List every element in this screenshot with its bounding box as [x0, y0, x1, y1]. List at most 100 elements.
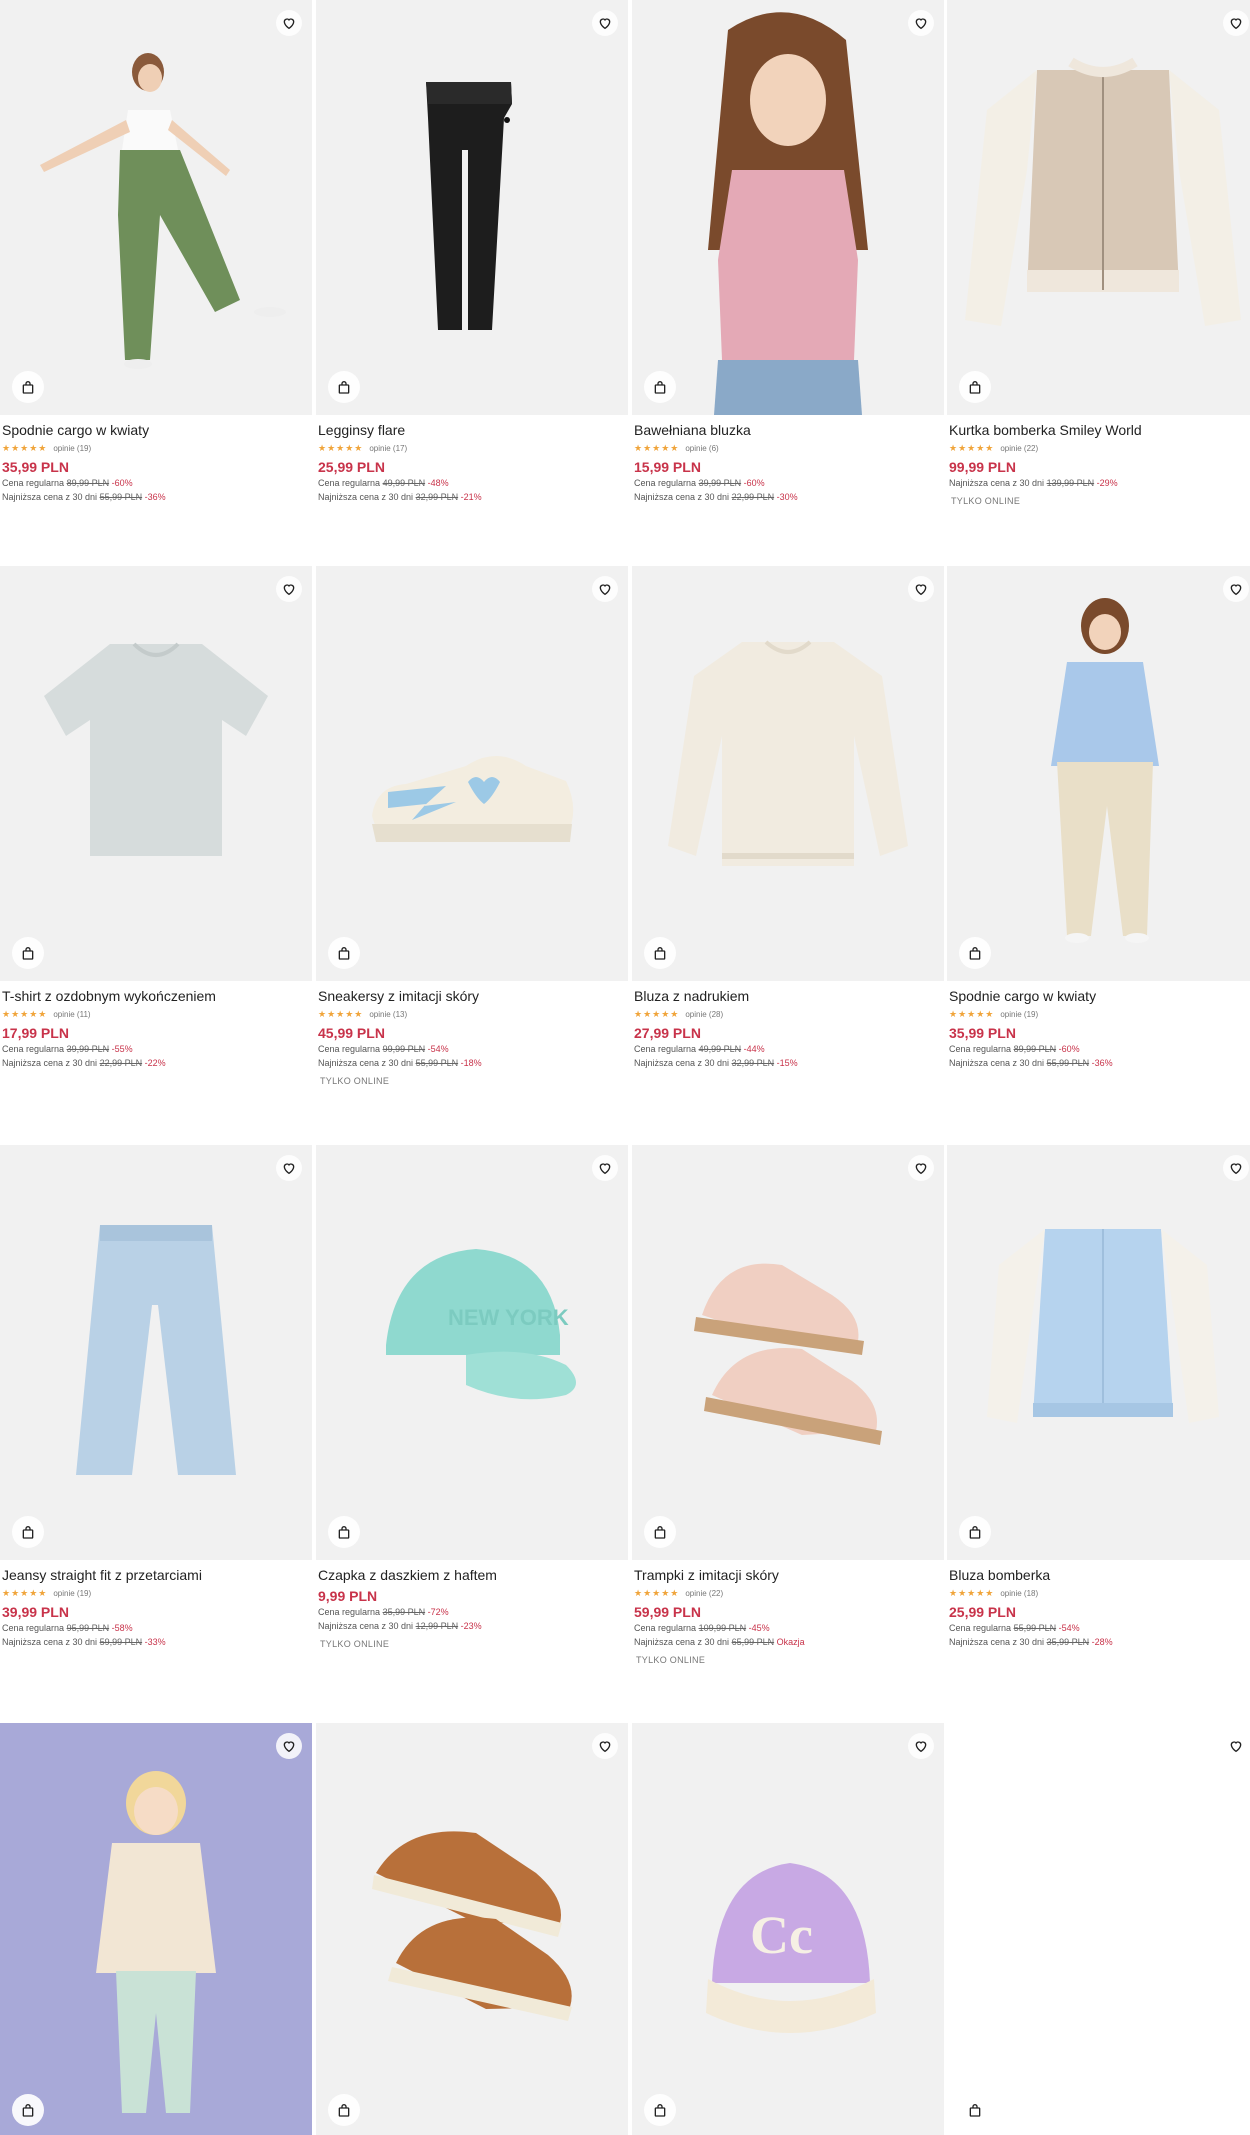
add-to-cart-bag-icon[interactable]	[959, 2094, 991, 2126]
product-image[interactable]	[947, 1145, 1250, 1560]
product-card[interactable]: Spodnie cargo w kwiaty ★★★★★ opinie (19) …	[0, 0, 312, 504]
add-to-cart-bag-icon[interactable]	[12, 2094, 44, 2126]
product-card[interactable]: Bawełniana bluzka ★★★★★ opinie (6) 15,99 …	[632, 0, 944, 504]
black-leggings-photo	[426, 82, 512, 330]
favorite-heart-icon[interactable]	[592, 576, 618, 602]
product-card[interactable]	[947, 1723, 1250, 2135]
product-name[interactable]: Kurtka bomberka Smiley World	[949, 421, 1250, 439]
product-image[interactable]	[632, 566, 944, 981]
lowest-price: 55,99 PLN	[415, 1058, 459, 1068]
add-to-cart-bag-icon[interactable]	[328, 937, 360, 969]
beige-bomber-jacket-photo	[965, 57, 1241, 326]
product-card[interactable]	[316, 1723, 628, 2135]
product-image[interactable]	[316, 566, 628, 981]
review-count: opinie (11)	[53, 1009, 91, 1019]
product-card[interactable]	[0, 1723, 312, 2135]
product-image[interactable]: NEW YORK	[316, 1145, 628, 1560]
product-card[interactable]: T-shirt z ozdobnym wykończeniem ★★★★★ opi…	[0, 566, 312, 1070]
favorite-heart-icon[interactable]	[1223, 576, 1249, 602]
product-name[interactable]: Bluza z nadrukiem	[634, 987, 944, 1005]
product-card[interactable]: Kurtka bomberka Smiley World ★★★★★ opinie…	[947, 0, 1250, 506]
favorite-heart-icon[interactable]	[1223, 1155, 1249, 1181]
product-card[interactable]: NEW YORK Czapka z daszkiem z haftem 9,99…	[316, 1145, 628, 1649]
favorite-heart-icon[interactable]	[908, 10, 934, 36]
regular-price: 39,99 PLN	[66, 1044, 110, 1054]
favorite-heart-icon[interactable]	[592, 10, 618, 36]
review-count: opinie (22)	[1000, 443, 1039, 453]
product-image[interactable]	[947, 1723, 1250, 2135]
product-name[interactable]: Spodnie cargo w kwiaty	[949, 987, 1250, 1005]
add-to-cart-bag-icon[interactable]	[328, 2094, 360, 2126]
favorite-heart-icon[interactable]	[908, 1733, 934, 1759]
add-to-cart-bag-icon[interactable]	[12, 1516, 44, 1548]
lowest-price-label: Najniższa cena z 30 dni	[634, 1058, 730, 1068]
cream-sweatshirt-photo	[668, 640, 908, 866]
regular-discount: -60%	[111, 478, 133, 488]
product-image[interactable]	[0, 566, 312, 981]
product-name[interactable]: Sneakersy z imitacji skóry	[318, 987, 628, 1005]
lowest-discount: -36%	[144, 492, 166, 502]
lowest-discount: -30%	[776, 492, 798, 502]
product-image[interactable]	[947, 566, 1250, 981]
add-to-cart-bag-icon[interactable]	[959, 1516, 991, 1548]
add-to-cart-bag-icon[interactable]	[12, 371, 44, 403]
product-image[interactable]	[632, 1145, 944, 1560]
regular-price-label: Cena regularna	[634, 1623, 697, 1633]
product-name[interactable]: Legginsy flare	[318, 421, 628, 439]
product-card[interactable]: Cc	[632, 1723, 944, 2135]
lowest-price-label: Najniższa cena z 30 dni	[318, 492, 414, 502]
product-name[interactable]: Bawełniana bluzka	[634, 421, 944, 439]
regular-discount: -48%	[427, 478, 449, 488]
product-image[interactable]	[316, 0, 628, 415]
sale-price: 17,99 PLN	[2, 1025, 69, 1041]
favorite-heart-icon[interactable]	[1223, 10, 1249, 36]
favorite-heart-icon[interactable]	[276, 10, 302, 36]
product-card[interactable]: Bluza bomberka ★★★★★ opinie (18) 25,99 PL…	[947, 1145, 1250, 1649]
favorite-heart-icon[interactable]	[908, 576, 934, 602]
favorite-heart-icon[interactable]	[1223, 1733, 1249, 1759]
favorite-heart-icon[interactable]	[592, 1155, 618, 1181]
favorite-heart-icon[interactable]	[592, 1733, 618, 1759]
add-to-cart-bag-icon[interactable]	[959, 937, 991, 969]
product-card[interactable]: Jeansy straight fit z przetarciami ★★★★★…	[0, 1145, 312, 1649]
favorite-heart-icon[interactable]	[908, 1155, 934, 1181]
add-to-cart-bag-icon[interactable]	[644, 2094, 676, 2126]
product-card[interactable]: Trampki z imitacji skóry ★★★★★ opinie (22…	[632, 1145, 944, 1665]
favorite-heart-icon[interactable]	[276, 576, 302, 602]
product-image[interactable]: Cc	[632, 1723, 944, 2135]
product-name[interactable]: Spodnie cargo w kwiaty	[2, 421, 312, 439]
lowest-discount: -21%	[460, 492, 482, 502]
add-to-cart-bag-icon[interactable]	[328, 1516, 360, 1548]
product-card[interactable]: Sneakersy z imitacji skóry ★★★★★ opinie (…	[316, 566, 628, 1086]
product-image[interactable]	[0, 1145, 312, 1560]
product-image[interactable]	[0, 1723, 312, 2135]
product-image[interactable]	[947, 0, 1250, 415]
product-card[interactable]: Bluza z nadrukiem ★★★★★ opinie (28) 27,99…	[632, 566, 944, 1070]
product-name[interactable]: T-shirt z ozdobnym wykończeniem	[2, 987, 312, 1005]
product-image[interactable]	[0, 0, 312, 415]
favorite-heart-icon[interactable]	[276, 1155, 302, 1181]
product-image[interactable]	[632, 0, 944, 415]
favorite-heart-icon[interactable]	[276, 1733, 302, 1759]
regular-price-label: Cena regularna	[2, 478, 65, 488]
product-card[interactable]: Legginsy flare ★★★★★ opinie (17) 25,99 PL…	[316, 0, 628, 504]
product-name[interactable]: Trampki z imitacji skóry	[634, 1566, 944, 1584]
add-to-cart-bag-icon[interactable]	[644, 937, 676, 969]
add-to-cart-bag-icon[interactable]	[328, 371, 360, 403]
product-name[interactable]: Jeansy straight fit z przetarciami	[2, 1566, 312, 1584]
add-to-cart-bag-icon[interactable]	[12, 937, 44, 969]
add-to-cart-bag-icon[interactable]	[644, 371, 676, 403]
rating-stars: ★★★★★	[2, 1008, 48, 1019]
lowest-price: 65,99 PLN	[731, 1637, 775, 1647]
lowest-price-label: Najniższa cena z 30 dni	[2, 1058, 98, 1068]
lowest-price-label: Najniższa cena z 30 dni	[634, 1637, 730, 1647]
add-to-cart-bag-icon[interactable]	[959, 371, 991, 403]
sale-price: 59,99 PLN	[634, 1604, 701, 1620]
review-count: opinie (17)	[369, 443, 408, 453]
add-to-cart-bag-icon[interactable]	[644, 1516, 676, 1548]
product-name[interactable]: Bluza bomberka	[949, 1566, 1250, 1584]
lowest-discount: -15%	[776, 1058, 798, 1068]
product-name[interactable]: Czapka z daszkiem z haftem	[318, 1566, 628, 1584]
product-card[interactable]: Spodnie cargo w kwiaty ★★★★★ opinie (19) …	[947, 566, 1250, 1070]
product-image[interactable]	[316, 1723, 628, 2135]
